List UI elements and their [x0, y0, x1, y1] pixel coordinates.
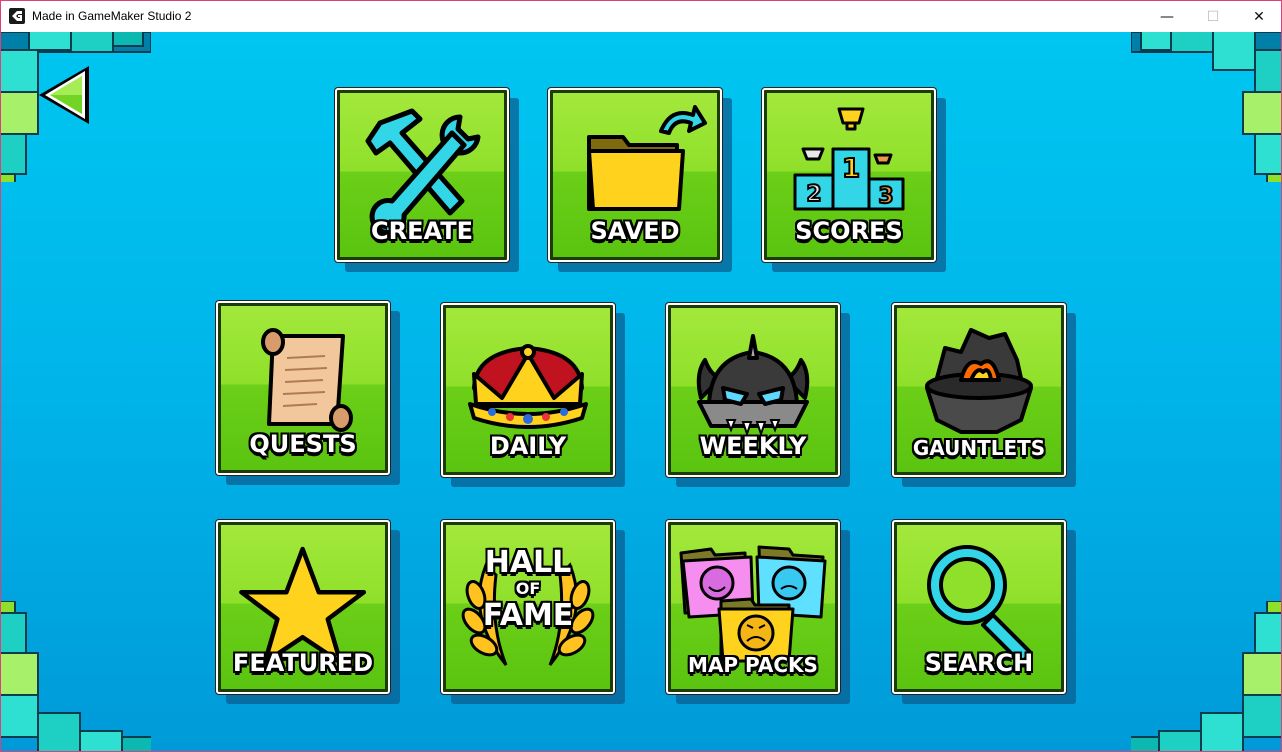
saved-button[interactable]: Saved: [548, 88, 732, 272]
create-label: Create: [371, 217, 473, 245]
scores-button[interactable]: 1 2 3 Scores: [762, 88, 946, 272]
minimize-button[interactable]: —: [1144, 1, 1190, 32]
quests-button[interactable]: Quests: [216, 301, 400, 485]
podium-first: 1: [842, 154, 860, 184]
online-levels-menu: Create Saved: [1, 32, 1281, 751]
scores-label: Scores: [795, 217, 903, 245]
featured-button[interactable]: Featured: [216, 520, 400, 704]
quests-label: Quests: [249, 430, 357, 458]
gamemaker-icon: [9, 8, 25, 24]
podium-second: 2: [806, 182, 821, 207]
corner-decoration-top-right: [1131, 32, 1281, 182]
close-button[interactable]: ✕: [1236, 1, 1281, 32]
podium-third: 3: [878, 184, 893, 209]
back-arrow-icon[interactable]: [35, 62, 95, 128]
map-packs-label: Map Packs: [688, 653, 818, 677]
hall-of-fame-title: HALL OF FAME: [446, 547, 610, 633]
of-label: OF: [515, 579, 541, 598]
hall-label: HALL: [484, 545, 572, 580]
daily-button[interactable]: Daily: [441, 303, 625, 487]
daily-label: Daily: [489, 432, 567, 460]
map-packs-button[interactable]: Map Packs: [666, 520, 850, 704]
fame-label: FAME: [482, 598, 574, 633]
corner-decoration-bottom-right: [1131, 601, 1281, 751]
weekly-label: Weekly: [699, 432, 807, 460]
saved-label: Saved: [590, 217, 680, 245]
maximize-button[interactable]: ☐: [1190, 1, 1236, 32]
weekly-button[interactable]: Weekly: [666, 303, 850, 487]
gauntlets-label: Gauntlets: [912, 436, 1046, 460]
featured-label: Featured: [232, 649, 374, 677]
title-bar[interactable]: Made in GameMaker Studio 2 — ☐ ✕: [1, 1, 1281, 32]
hall-of-fame-button[interactable]: HALL OF FAME: [441, 520, 625, 704]
game-window: Made in GameMaker Studio 2 — ☐ ✕ CREATE …: [0, 0, 1282, 752]
gauntlets-button[interactable]: Gauntlets: [892, 303, 1076, 487]
corner-decoration-bottom-left: [1, 601, 151, 751]
search-label: Search: [924, 649, 1034, 677]
search-button[interactable]: Search: [892, 520, 1076, 704]
window-title: Made in GameMaker Studio 2: [32, 9, 192, 23]
create-button[interactable]: Create: [335, 88, 519, 272]
